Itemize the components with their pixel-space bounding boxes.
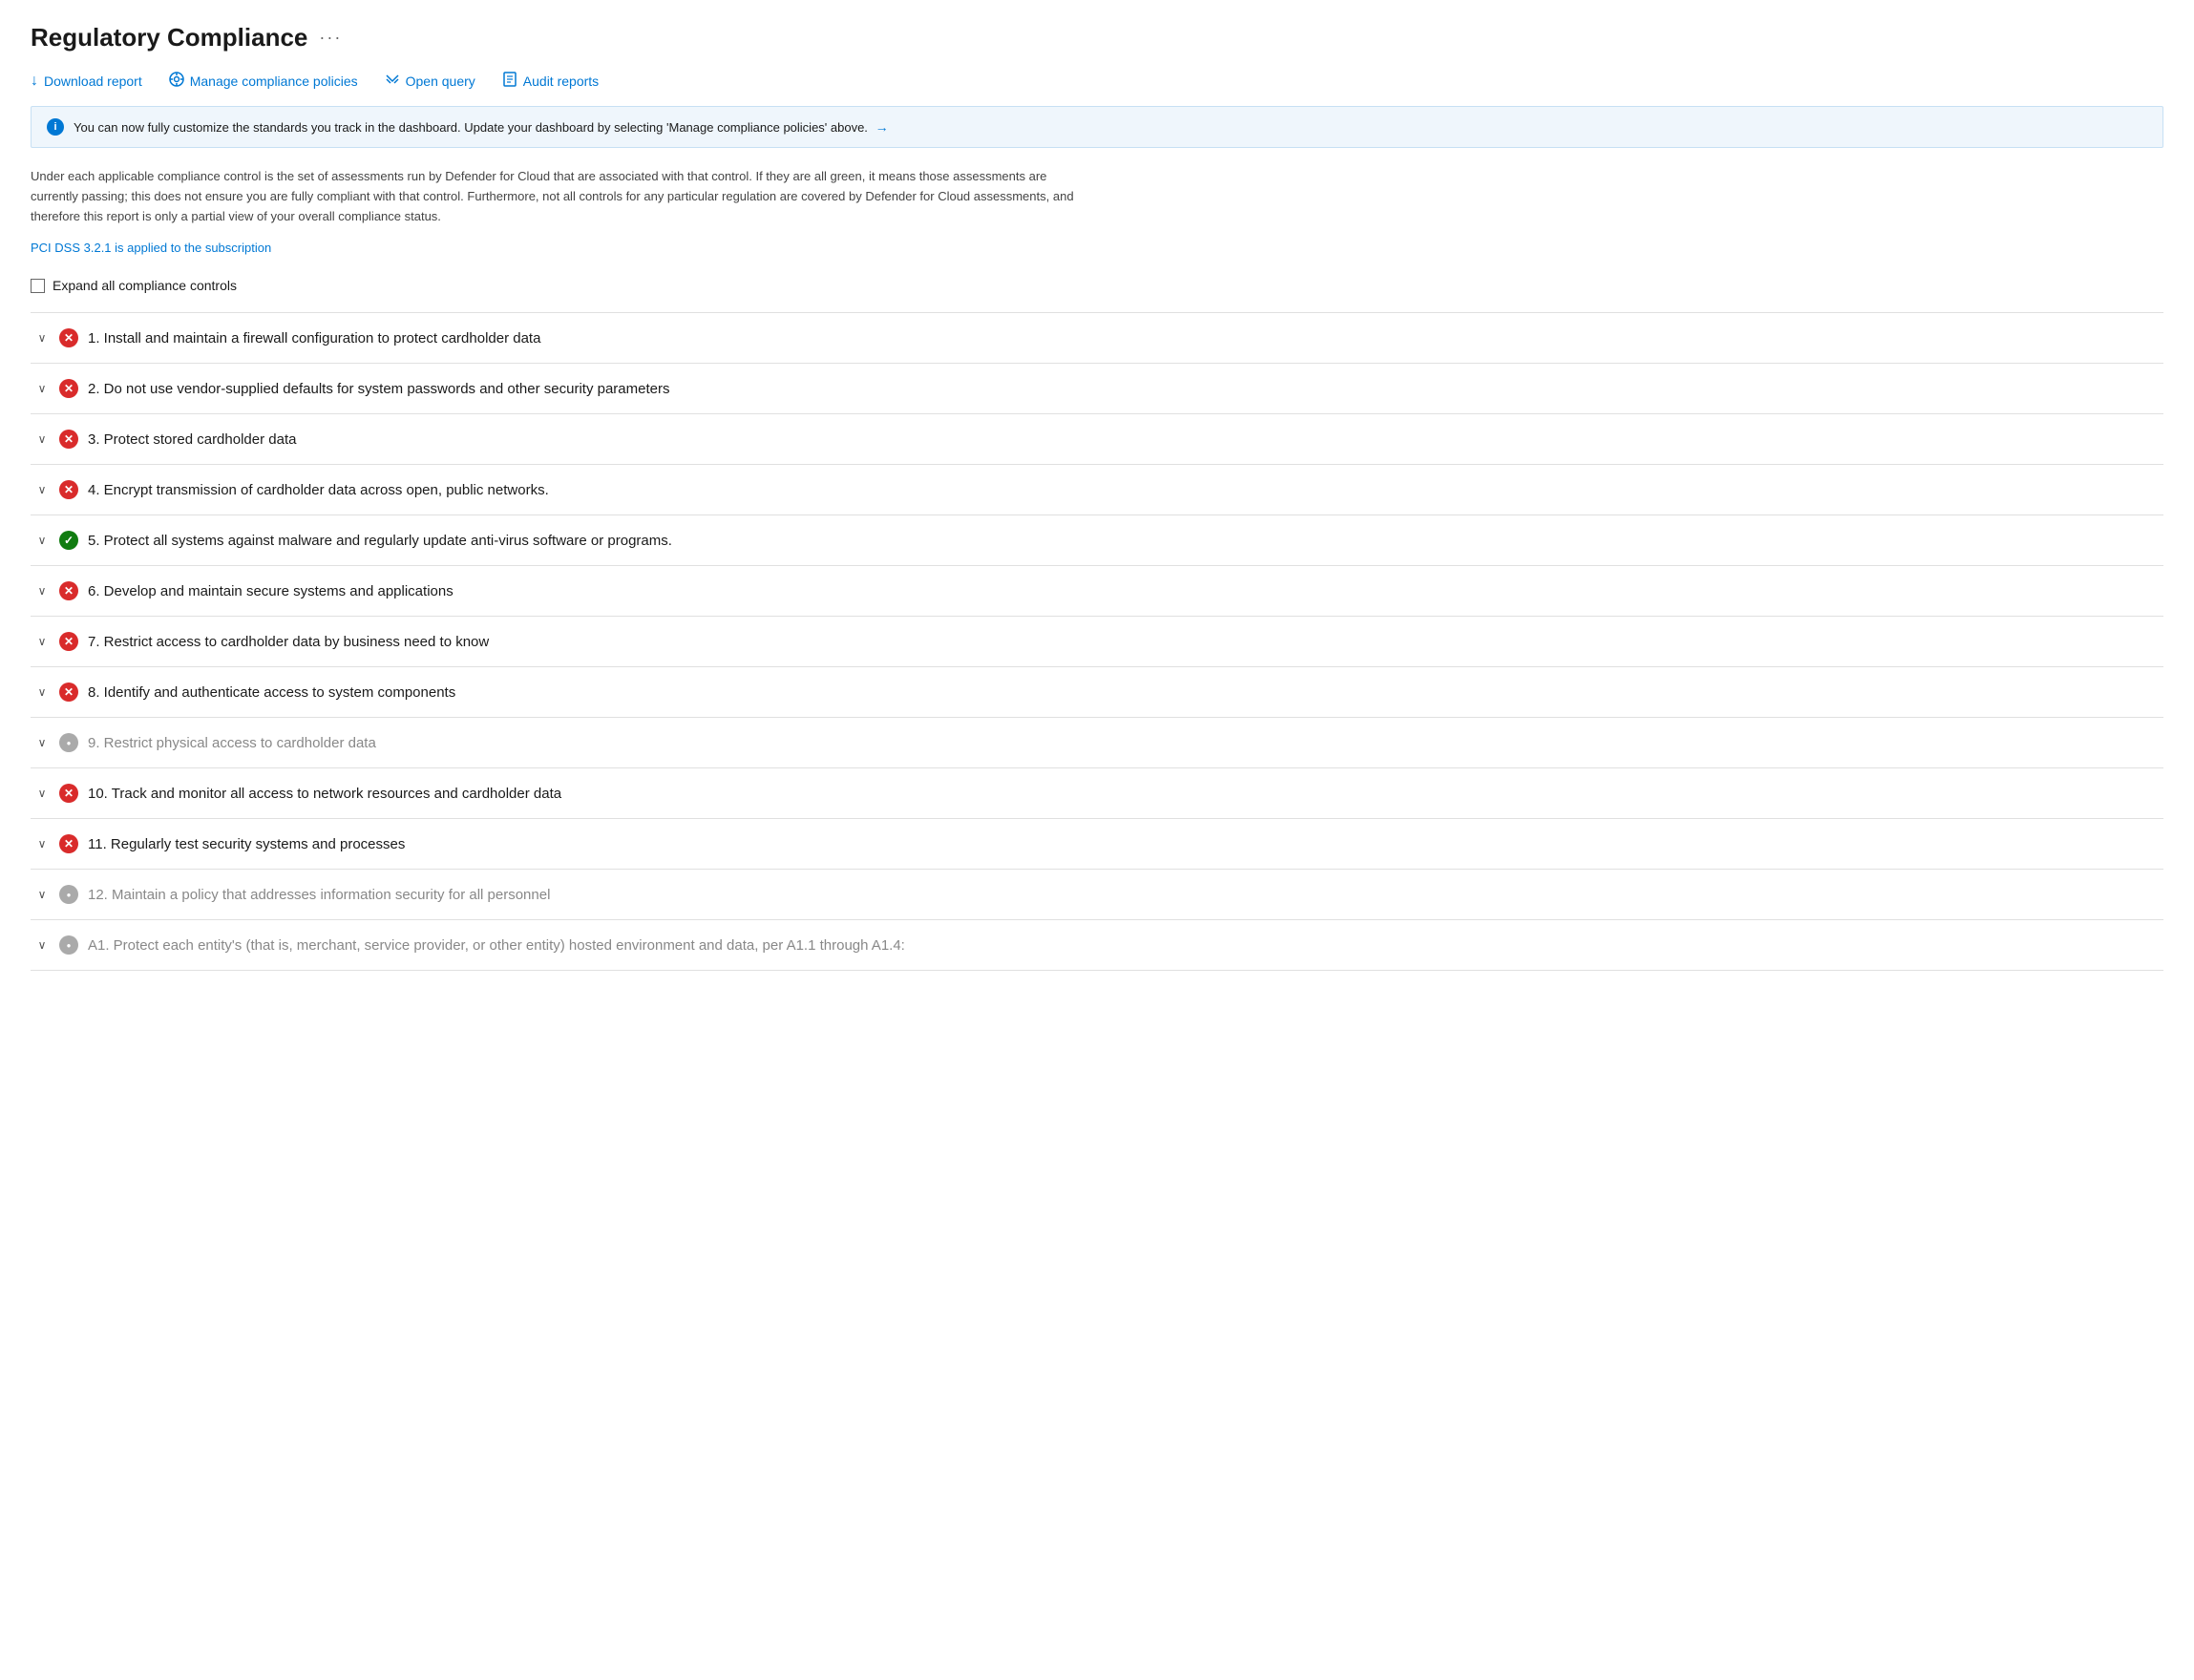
audit-icon	[502, 72, 517, 91]
compliance-item-12[interactable]: ∨ ● 12. Maintain a policy that addresses i…	[31, 870, 2163, 919]
item-label: 8. Identify and authenticate access to s…	[88, 684, 455, 701]
chevron-icon: ∨	[34, 534, 50, 547]
compliance-item-3[interactable]: ∨ ✕ 3. Protect stored cardholder data	[31, 414, 2163, 464]
item-label: 3. Protect stored cardholder data	[88, 431, 296, 448]
status-icon: ✕	[59, 834, 78, 853]
compliance-item-11[interactable]: ∨ ✕ 11. Regularly test security systems an…	[31, 819, 2163, 869]
compliance-item-8[interactable]: ∨ ✕ 8. Identify and authenticate access to…	[31, 667, 2163, 717]
status-icon: ✕	[59, 632, 78, 651]
status-icon: ✕	[59, 682, 78, 702]
compliance-item-9[interactable]: ∨ ● 9. Restrict physical access to cardhol…	[31, 718, 2163, 767]
chevron-icon: ∨	[34, 432, 50, 446]
item-label: 12. Maintain a policy that addresses inf…	[88, 887, 550, 903]
item-label: 7. Restrict access to cardholder data by…	[88, 634, 489, 650]
info-icon: i	[47, 118, 64, 136]
expand-all-label: Expand all compliance controls	[53, 278, 237, 293]
status-icon: ●	[59, 885, 78, 904]
open-query-button[interactable]: Open query	[385, 72, 475, 91]
item-label: 5. Protect all systems against malware a…	[88, 533, 672, 549]
manage-icon	[169, 72, 184, 91]
status-icon: ●	[59, 935, 78, 955]
status-icon: ●	[59, 733, 78, 752]
chevron-icon: ∨	[34, 331, 50, 345]
compliance-item-6[interactable]: ∨ ✕ 6. Develop and maintain secure systems…	[31, 566, 2163, 616]
compliance-item-1[interactable]: ∨ ✕ 1. Install and maintain a firewall con…	[31, 313, 2163, 363]
expand-all-row: Expand all compliance controls	[31, 278, 2163, 293]
compliance-item-13[interactable]: ∨ ● A1. Protect each entity's (that is, me…	[31, 920, 2163, 970]
expand-all-checkbox[interactable]	[31, 279, 45, 293]
chevron-icon: ∨	[34, 736, 50, 749]
compliance-item-10[interactable]: ∨ ✕ 10. Track and monitor all access to ne…	[31, 768, 2163, 818]
chevron-icon: ∨	[34, 382, 50, 395]
status-icon: ✕	[59, 430, 78, 449]
download-icon: ↓	[31, 74, 38, 89]
download-report-button[interactable]: ↓ Download report	[31, 74, 142, 89]
item-label: 1. Install and maintain a firewall confi…	[88, 330, 540, 346]
item-label: 4. Encrypt transmission of cardholder da…	[88, 482, 549, 498]
chevron-icon: ∨	[34, 483, 50, 496]
chevron-icon: ∨	[34, 787, 50, 800]
compliance-item-7[interactable]: ∨ ✕ 7. Restrict access to cardholder data …	[31, 617, 2163, 666]
compliance-item-4[interactable]: ∨ ✕ 4. Encrypt transmission of cardholder …	[31, 465, 2163, 514]
chevron-icon: ∨	[34, 584, 50, 598]
item-label: 9. Restrict physical access to cardholde…	[88, 735, 376, 751]
chevron-icon: ∨	[34, 635, 50, 648]
status-icon: ✕	[59, 328, 78, 347]
item-label: A1. Protect each entity's (that is, merc…	[88, 937, 905, 954]
chevron-icon: ∨	[34, 888, 50, 901]
status-icon: ✕	[59, 784, 78, 803]
chevron-icon: ∨	[34, 938, 50, 952]
toolbar: ↓ Download report Manage compliance poli…	[31, 72, 2163, 91]
status-icon: ✕	[59, 379, 78, 398]
info-banner: i You can now fully customize the standa…	[31, 106, 2163, 148]
item-label: 11. Regularly test security systems and …	[88, 836, 405, 852]
page-title: Regulatory Compliance ···	[31, 23, 2163, 72]
item-label: 6. Develop and maintain secure systems a…	[88, 583, 454, 599]
compliance-item-5[interactable]: ∨ ✓ 5. Protect all systems against malware…	[31, 515, 2163, 565]
chevron-icon: ∨	[34, 685, 50, 699]
chevron-icon: ∨	[34, 837, 50, 850]
item-label: 2. Do not use vendor-supplied defaults f…	[88, 381, 669, 397]
status-icon: ✕	[59, 480, 78, 499]
audit-reports-button[interactable]: Audit reports	[502, 72, 599, 91]
status-icon: ✕	[59, 581, 78, 600]
pci-link[interactable]: PCI DSS 3.2.1 is applied to the subscrip…	[31, 241, 271, 255]
compliance-item-2[interactable]: ∨ ✕ 2. Do not use vendor-supplied defaults…	[31, 364, 2163, 413]
manage-compliance-button[interactable]: Manage compliance policies	[169, 72, 358, 91]
status-icon: ✓	[59, 531, 78, 550]
description-text: Under each applicable compliance control…	[31, 167, 1081, 226]
compliance-list: ∨ ✕ 1. Install and maintain a firewall con…	[31, 312, 2163, 971]
item-label: 10. Track and monitor all access to netw…	[88, 786, 561, 802]
query-icon	[385, 72, 400, 91]
